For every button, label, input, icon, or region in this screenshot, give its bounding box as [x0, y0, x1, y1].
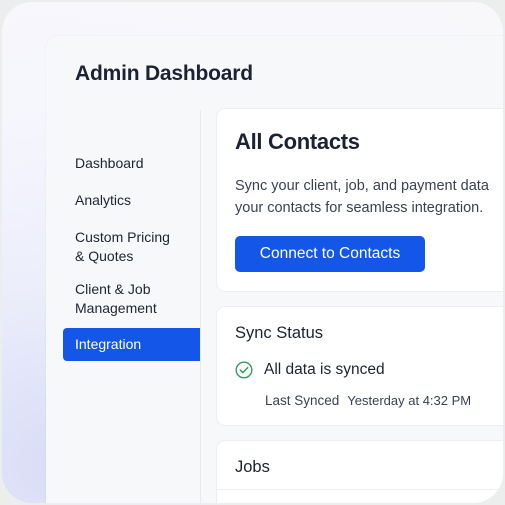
card-description: Sync your client, job, and payment data …: [235, 175, 503, 219]
sidebar-item-client-job[interactable]: Client & Job Management: [63, 280, 200, 318]
last-synced-label: Last Synced: [265, 393, 340, 408]
sidebar-item-label: Integration: [75, 336, 142, 352]
check-circle-icon: [235, 361, 253, 379]
device-frame: Admin Dashboard Dashboard Analytics Cust…: [2, 2, 503, 503]
sidebar-item-custom-pricing[interactable]: Custom Pricing & Quotes: [63, 228, 200, 266]
card-title: All Contacts: [235, 129, 360, 154]
description-line: Sync your client, job, and payment data: [235, 178, 489, 194]
sidebar-item-label: Management: [75, 300, 157, 316]
sidebar-item-label: Client & Job: [75, 281, 151, 297]
section-title: Jobs: [235, 458, 270, 476]
section-title: Sync Status: [235, 324, 324, 342]
sidebar-item-integration[interactable]: Integration: [63, 328, 200, 361]
connect-contacts-button[interactable]: Connect to Contacts: [235, 236, 425, 272]
divider: [217, 489, 503, 490]
sidebar: Dashboard Analytics Custom Pricing & Quo…: [63, 110, 201, 503]
sidebar-item-label: Analytics: [75, 192, 132, 208]
last-synced: Last Synced Yesterday at 4:32 PM: [265, 393, 471, 408]
app-title: Admin Dashboard: [75, 62, 253, 85]
last-synced-value: Yesterday at 4:32 PM: [347, 393, 472, 408]
app-window: Admin Dashboard Dashboard Analytics Cust…: [46, 36, 503, 503]
sidebar-item-label: Dashboard: [75, 155, 144, 171]
sidebar-item-label: Custom Pricing: [75, 229, 170, 245]
sync-status-row: All data is synced: [235, 361, 385, 379]
sidebar-item-label: & Quotes: [75, 248, 134, 264]
sync-status-card: Sync Status All data is synced Last Sync…: [216, 306, 503, 426]
jobs-card: Jobs: [216, 440, 503, 503]
sync-status-text: All data is synced: [264, 361, 385, 378]
main-content: All Contacts Sync your client, job, and …: [216, 108, 503, 503]
sidebar-item-dashboard[interactable]: Dashboard: [63, 154, 200, 173]
sidebar-item-analytics[interactable]: Analytics: [63, 191, 200, 210]
contacts-card: All Contacts Sync your client, job, and …: [216, 108, 503, 292]
description-line: your contacts for seamless integration.: [235, 200, 484, 216]
